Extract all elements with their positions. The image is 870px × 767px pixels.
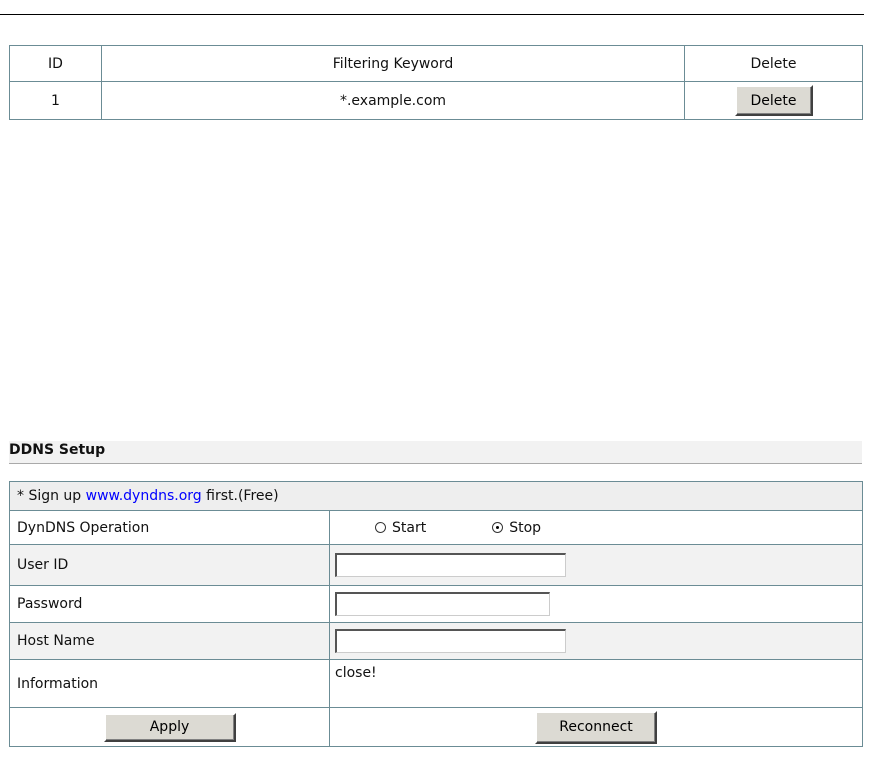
ddns-operation-row: DynDNS Operation Start Stop — [9, 510, 864, 545]
row-keyword: *.example.com — [101, 81, 685, 120]
host-name-row: Host Name — [9, 622, 864, 660]
row-delete-cell: Delete — [684, 81, 863, 120]
column-header-id: ID — [9, 45, 102, 82]
user-id-label: User ID — [9, 544, 330, 586]
information-row: Information close! — [9, 659, 864, 708]
host-name-label: Host Name — [9, 622, 330, 660]
operation-label: DynDNS Operation — [9, 510, 330, 545]
ddns-action-row: Apply Reconnect — [9, 707, 864, 747]
filter-keyword-table: ID Filtering Keyword Delete 1 *.example.… — [9, 45, 863, 120]
radio-start-label: Start — [392, 519, 427, 536]
apply-button[interactable]: Apply — [103, 712, 236, 742]
reconnect-button[interactable]: Reconnect — [535, 710, 657, 744]
column-header-keyword: Filtering Keyword — [101, 45, 685, 82]
password-row: Password — [9, 585, 864, 623]
radio-stop[interactable] — [492, 522, 504, 533]
column-header-delete: Delete — [684, 45, 863, 82]
password-input[interactable] — [335, 592, 550, 616]
operation-radio-group: Start Stop — [328, 510, 864, 545]
dyndns-link[interactable]: www.dyndns.org — [86, 488, 202, 504]
signup-suffix: first.(Free) — [201, 488, 279, 504]
ddns-title-text: DDNS Setup — [9, 442, 106, 458]
delete-button[interactable]: Delete — [734, 85, 813, 116]
table-row: 1 *.example.com Delete — [9, 81, 863, 120]
filter-table-header: ID Filtering Keyword Delete — [9, 45, 863, 82]
information-value: close! — [328, 659, 864, 708]
ddns-setup-table: * Sign up www.dyndns.org first.(Free) Dy… — [8, 481, 864, 747]
host-name-input[interactable] — [335, 629, 566, 653]
radio-start[interactable] — [375, 522, 386, 533]
password-label: Password — [9, 585, 330, 623]
ddns-section-title: DDNS Setup — [9, 441, 862, 464]
top-divider — [0, 14, 864, 15]
information-label: Information — [9, 659, 330, 708]
row-id: 1 — [9, 81, 102, 120]
ddns-signup-note: * Sign up www.dyndns.org first.(Free) — [8, 481, 864, 511]
radio-stop-label: Stop — [509, 519, 542, 536]
user-id-row: User ID — [9, 544, 864, 586]
signup-prefix: * Sign up — [17, 488, 86, 504]
user-id-input[interactable] — [335, 553, 566, 577]
